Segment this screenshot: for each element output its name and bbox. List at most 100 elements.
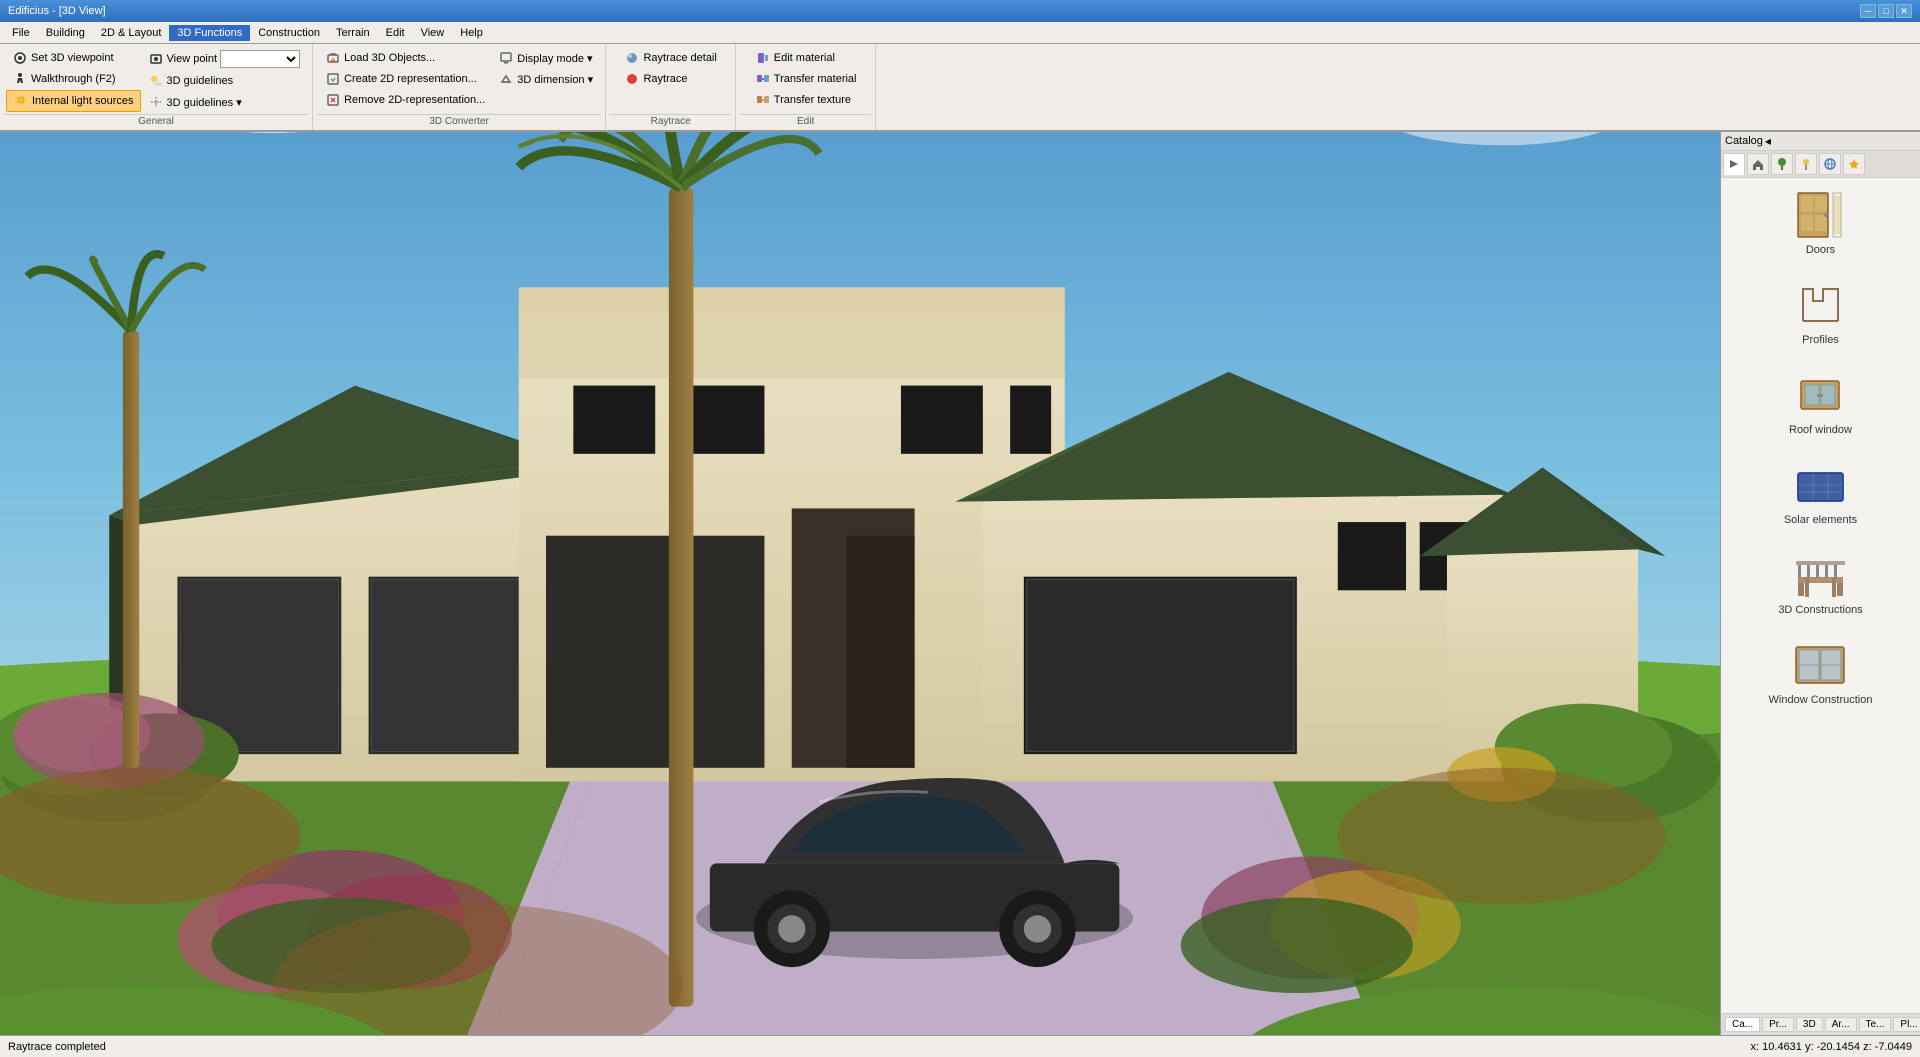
solar-label: Solar elements	[1784, 514, 1857, 526]
menu-help[interactable]: Help	[452, 25, 491, 41]
edit-material-icon	[755, 50, 771, 66]
transfer-texture-icon	[755, 92, 771, 108]
transfer-material-icon	[755, 71, 771, 87]
statusbar-message: Raytrace completed	[8, 1041, 1735, 1053]
doors-icon	[1791, 190, 1851, 240]
catalog-header: Catalog ◂	[1721, 132, 1920, 151]
ribbon-converter-col1: Load 3D Objects... Create 2D representat…	[319, 48, 491, 110]
menu-terrain[interactable]: Terrain	[328, 25, 378, 41]
section-edit-label: Edit	[740, 114, 871, 128]
ribbon-section-converter: Load 3D Objects... Create 2D representat…	[313, 44, 606, 130]
catalog-tab-star[interactable]	[1843, 153, 1865, 175]
catalog-tab-lamp[interactable]	[1795, 153, 1817, 175]
catalog-tab-globe[interactable]	[1819, 153, 1841, 175]
ribbon-converter-col2: Display mode ▾ 3D dimension ▾	[492, 48, 599, 89]
catalog-expand-icon[interactable]: ◂	[1765, 134, 1771, 148]
catalog-item-profiles[interactable]: Profiles	[1729, 276, 1912, 350]
catalog-tab-arrow[interactable]	[1723, 153, 1745, 175]
raytrace-detail-button[interactable]: Raytrace detail	[618, 48, 722, 68]
shadow-icon	[148, 73, 164, 89]
catalog-item-doors[interactable]: Doors	[1729, 186, 1912, 260]
ribbon: Set 3D viewpoint Walkthrough (F2) Intern…	[0, 44, 1920, 132]
3d-guidelines-button[interactable]: 3D guidelines ▾	[142, 92, 307, 112]
view-point-icon	[148, 51, 164, 67]
window-construction-icon	[1791, 640, 1851, 690]
remove-2d-rep-button[interactable]: Remove 2D-representation...	[319, 90, 491, 110]
ribbon-general-col1: Set 3D viewpoint Walkthrough (F2) Intern…	[6, 48, 141, 112]
edit-material-button[interactable]: Edit material	[749, 48, 863, 68]
catalog-bottom-tab-ca[interactable]: Ca...	[1725, 1017, 1760, 1032]
roof-window-icon	[1791, 370, 1851, 420]
minimize-button[interactable]: ─	[1860, 4, 1876, 18]
display-mode-icon	[498, 50, 514, 66]
ribbon-general-content: Set 3D viewpoint Walkthrough (F2) Intern…	[4, 46, 308, 114]
statusbar-coordinates: x: 10.4631 y: -20.1454 z: -7.0449	[1751, 1041, 1912, 1053]
ribbon-raytrace-content: Raytrace detail Raytrace	[616, 46, 724, 114]
catalog-panel: Catalog ◂	[1720, 132, 1920, 1035]
ribbon-edit-content: Edit material Transfer material Transfer…	[747, 46, 865, 114]
menu-file[interactable]: File	[4, 25, 38, 41]
3d-viewport[interactable]	[0, 132, 1720, 1035]
transfer-material-button[interactable]: Transfer material	[749, 69, 863, 89]
view-point-button[interactable]: View point	[142, 48, 307, 70]
catalog-bottom-tab-3d[interactable]: 3D	[1796, 1017, 1823, 1032]
main: Catalog ◂	[0, 132, 1920, 1035]
load-3d-icon	[325, 50, 341, 66]
maximize-button[interactable]: □	[1878, 4, 1894, 18]
catalog-item-solar[interactable]: Solar elements	[1729, 456, 1912, 530]
menu-2d-layout[interactable]: 2D & Layout	[93, 25, 170, 41]
catalog-bottom-tab-pl[interactable]: Pl...	[1893, 1017, 1920, 1032]
catalog-tab-tree[interactable]	[1771, 153, 1793, 175]
ribbon-edit-col: Edit material Transfer material Transfer…	[749, 48, 863, 110]
raytrace-button[interactable]: Raytrace	[618, 69, 722, 89]
ribbon-section-general: Set 3D viewpoint Walkthrough (F2) Intern…	[0, 44, 313, 130]
close-button[interactable]: ✕	[1896, 4, 1912, 18]
catalog-tab-house[interactable]	[1747, 153, 1769, 175]
section-general-label: General	[4, 114, 308, 128]
walkthrough-button[interactable]: Walkthrough (F2)	[6, 69, 141, 89]
ribbon-section-raytrace: Raytrace detail Raytrace Raytrace	[606, 44, 736, 130]
catalog-bottom-tab-pr[interactable]: Pr...	[1762, 1017, 1794, 1032]
remove-2d-icon	[325, 92, 341, 108]
titlebar-controls[interactable]: ─ □ ✕	[1860, 4, 1912, 18]
constructions-label: 3D Constructions	[1778, 604, 1862, 616]
ribbon-converter-content: Load 3D Objects... Create 2D representat…	[317, 46, 601, 114]
catalog-title: Catalog	[1725, 135, 1763, 147]
3d-dimension-button[interactable]: 3D dimension ▾	[492, 69, 599, 89]
display-mode-label: Display mode ▾	[517, 52, 592, 65]
set-3d-viewpoint-button[interactable]: Set 3D viewpoint	[6, 48, 141, 68]
simulate-shadow-button[interactable]: 3D guidelines	[142, 71, 307, 91]
roof-window-label: Roof window	[1789, 424, 1852, 436]
catalog-items-list: Doors Profiles	[1721, 178, 1920, 1013]
titlebar: Edificius - [3D View] ─ □ ✕	[0, 0, 1920, 22]
ribbon-general-col2: View point 3D guidelines	[142, 48, 307, 112]
menu-building[interactable]: Building	[38, 25, 93, 41]
menu-view[interactable]: View	[413, 25, 453, 41]
section-converter-label: 3D Converter	[317, 114, 601, 128]
3d-dimension-icon	[498, 71, 514, 87]
catalog-item-roof-window[interactable]: Roof window	[1729, 366, 1912, 440]
catalog-bottom-tab-ar[interactable]: Ar...	[1825, 1017, 1857, 1032]
catalog-bottom-tab-te[interactable]: Te...	[1859, 1017, 1892, 1032]
statusbar: Raytrace completed x: 10.4631 y: -20.145…	[0, 1035, 1920, 1057]
catalog-item-window-construction[interactable]: Window Construction	[1729, 636, 1912, 710]
create-2d-rep-button[interactable]: Create 2D representation...	[319, 69, 491, 89]
view-point-select[interactable]	[220, 50, 300, 68]
guidelines-icon	[148, 94, 164, 110]
menu-edit[interactable]: Edit	[378, 25, 413, 41]
menu-construction[interactable]: Construction	[250, 25, 328, 41]
display-mode-button[interactable]: Display mode ▾	[492, 48, 599, 68]
internal-light-sources-button[interactable]: Internal light sources	[6, 90, 141, 112]
catalog-item-constructions[interactable]: 3D Constructions	[1729, 546, 1912, 620]
transfer-texture-button[interactable]: Transfer texture	[749, 90, 863, 110]
profiles-icon	[1791, 280, 1851, 330]
constructions-icon	[1791, 550, 1851, 600]
create-2d-icon	[325, 71, 341, 87]
catalog-tabs	[1721, 151, 1920, 178]
titlebar-title: Edificius - [3D View]	[8, 5, 106, 17]
raytrace-detail-icon	[624, 50, 640, 66]
doors-label: Doors	[1806, 244, 1835, 256]
menu-3d-functions[interactable]: 3D Functions	[169, 25, 250, 41]
menubar: File Building 2D & Layout 3D Functions C…	[0, 22, 1920, 44]
load-3d-objects-button[interactable]: Load 3D Objects...	[319, 48, 491, 68]
